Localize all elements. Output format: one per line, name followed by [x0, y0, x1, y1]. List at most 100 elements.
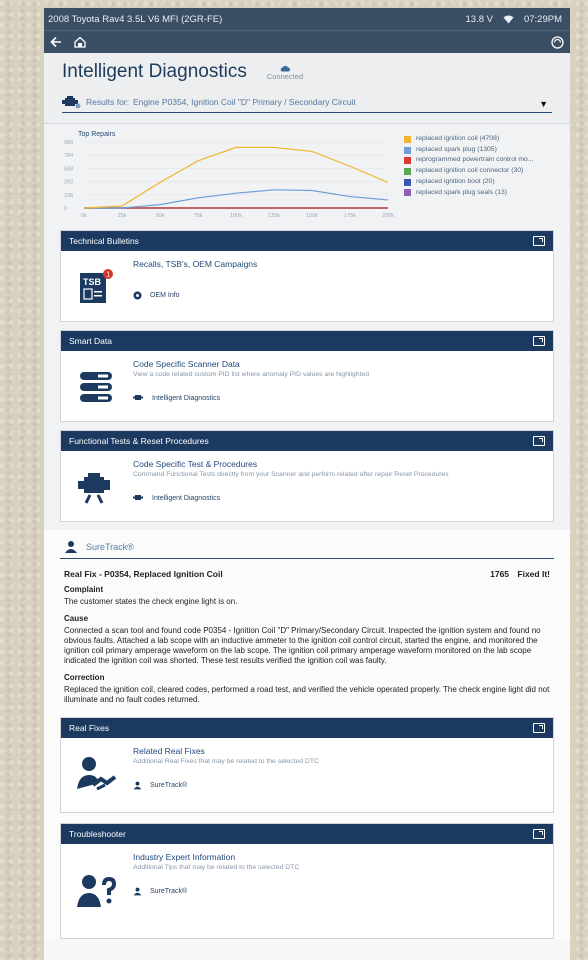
card-heading: Troubleshooter [69, 829, 126, 840]
card-link-label: OEM Info [150, 292, 180, 299]
card-heading: Real Fixes [69, 723, 110, 734]
suretrack-small-icon [133, 781, 142, 790]
x-tick-label: 150k [306, 213, 318, 219]
y-tick-label: 588 [64, 166, 73, 172]
engine-tool-icon [69, 459, 123, 515]
technical-bulletins-card: Technical Bulletins TSB 1 Recalls, TSB's… [60, 230, 554, 322]
card-heading: Functional Tests & Reset Procedures [69, 436, 209, 446]
card-link-label: SureTrack® [150, 782, 188, 790]
suretrack-panel: SureTrack® Real Fix - P0354, Replaced Ig… [44, 530, 570, 940]
real-fix-section: Real Fix - P0354, Replaced Ignition Coil… [60, 559, 554, 705]
series-line [84, 189, 389, 209]
intelligent-diagnostics-link[interactable]: Intelligent Diagnostics [133, 494, 545, 502]
results-prefix: Results for: [86, 97, 129, 107]
y-tick-label: 392 [64, 180, 73, 186]
suretrack-link[interactable]: SureTrack® [133, 781, 545, 790]
legend-item: reprogrammed powertrain control mo... [404, 155, 533, 166]
real-fixes-card: Real Fixes Related Real Fixes Additional… [60, 717, 554, 814]
card-description: Additional Real Fixes that may be relate… [133, 758, 319, 766]
legend-label: replaced ignition boot (20) [416, 177, 495, 185]
card-header: Troubleshooter [61, 824, 553, 845]
oem-icon [133, 291, 142, 300]
suretrack-link[interactable]: SureTrack® [133, 887, 545, 896]
x-tick-label: 0k [81, 213, 87, 219]
oem-info-link[interactable]: OEM Info [133, 291, 545, 300]
results-selector[interactable]: Results for: Engine P0354, Ignition Coil… [62, 95, 552, 113]
card-header: Functional Tests & Reset Procedures [61, 431, 553, 451]
y-tick-label: 784 [64, 153, 73, 159]
page-title: Intelligent Diagnostics [62, 61, 247, 82]
suretrack-label: SureTrack® [86, 542, 134, 552]
legend-swatch [404, 146, 411, 154]
expand-icon[interactable] [533, 436, 545, 446]
intelligent-diagnostics-link[interactable]: Intelligent Diagnostics [133, 394, 545, 402]
clock: 07:29PM [523, 13, 562, 25]
person-handshake-icon [69, 746, 123, 806]
card-title-link[interactable]: Code Specific Test & Procedures [133, 459, 545, 469]
home-icon[interactable] [74, 36, 86, 48]
card-header: Technical Bulletins [61, 231, 553, 251]
nav-bar [44, 30, 570, 53]
back-arrow-icon[interactable] [50, 36, 62, 48]
results-value: Engine P0354, Ignition Coil "D" Primary … [133, 97, 356, 107]
functional-tests-card: Functional Tests & Reset Procedures Code… [60, 430, 554, 522]
real-fix-title: Real Fix - P0354, Replaced Ignition Coil [64, 569, 223, 579]
connection-status: Connected [267, 65, 303, 81]
engine-small-icon [133, 495, 143, 500]
fixed-label: Fixed It! [517, 569, 550, 579]
x-tick-label: 50k [156, 213, 165, 219]
card-title-link[interactable]: Related Real Fixes [133, 746, 545, 756]
legend-label: reprogrammed powertrain control mo... [416, 156, 534, 164]
y-tick-label: 980 [64, 140, 73, 146]
dropdown-arrow-icon[interactable]: ▼ [539, 99, 548, 109]
legend-label: replaced ignition coil connector (30) [416, 167, 524, 175]
card-link-label: Intelligent Diagnostics [152, 494, 221, 502]
card-title-link[interactable]: Industry Expert Information [133, 852, 545, 862]
diagnostics-panel: Top Repairs 980 784 588 392 196 0 0k 25k 50k 75k 10… [44, 124, 570, 530]
expand-icon[interactable] [533, 829, 545, 840]
card-link-label: SureTrack® [150, 888, 188, 896]
troubleshooter-card: Troubleshooter Industry Expert Informati… [60, 823, 554, 940]
tsb-document-icon: TSB 1 [69, 259, 123, 315]
expand-icon[interactable] [533, 723, 545, 734]
legend-item: replaced ignition boot (20) [404, 177, 533, 188]
legend-label: replaced ignition coil (4708) [416, 135, 500, 142]
smart-data-card: Smart Data Code Specific Scanner Data Vi… [60, 330, 554, 422]
cause-text: Connected a scan tool and found code P03… [64, 625, 541, 666]
expand-icon[interactable] [533, 336, 545, 346]
x-tick-label: 175k [344, 213, 356, 219]
chart-title: Top Repairs [78, 131, 116, 138]
legend-item: replaced spark plug (1305) [404, 145, 533, 156]
fixed-count: 1765 [490, 569, 510, 579]
chart-svg: Top Repairs 980 784 588 392 196 0 0k 25k 50k 75k 10… [64, 131, 394, 219]
expand-icon[interactable] [533, 236, 545, 246]
top-repairs-chart: Top Repairs 980 784 588 392 196 0 0k 25k 50k 75k 10… [60, 128, 554, 222]
card-header: Real Fixes [61, 718, 553, 739]
legend-item: replaced spark plug seals (13) [404, 188, 533, 199]
card-title-link[interactable]: Recalls, TSB's, OEM Campaigns [133, 259, 545, 269]
legend-swatch [404, 178, 411, 186]
legend-swatch [404, 167, 411, 175]
card-heading: Smart Data [69, 336, 112, 346]
expert-question-icon [69, 852, 123, 932]
cause-heading: Cause [64, 613, 89, 623]
legend-label: replaced spark plug seals (13) [416, 188, 508, 196]
legend-swatch [404, 189, 411, 197]
fixed-it-counter[interactable]: 1765 Fixed It! [490, 569, 550, 579]
card-title-link[interactable]: Code Specific Scanner Data [133, 359, 545, 369]
card-description: View a code related custom PID list wher… [133, 371, 369, 378]
x-tick-label: 75k [194, 213, 203, 219]
card-heading: Technical Bulletins [69, 236, 139, 246]
tsb-text: TSB [83, 277, 102, 287]
card-description: Additional Tips that may be related to t… [133, 864, 300, 872]
status-bar: 2008 Toyota Rav4 3.5L V6 MFI (2GR-FE) 13… [44, 8, 570, 30]
cloud-icon [280, 65, 290, 72]
complaint-heading: Complaint [64, 585, 104, 595]
chart-legend: replaced ignition coil (4708) replaced sp… [404, 134, 533, 198]
correction-heading: Correction [64, 672, 105, 682]
series-line [83, 146, 389, 209]
scanner-connect-icon[interactable] [551, 35, 564, 49]
legend-swatch [404, 135, 411, 143]
engine-small-icon [133, 395, 143, 400]
x-tick-label: 25k [118, 213, 127, 219]
